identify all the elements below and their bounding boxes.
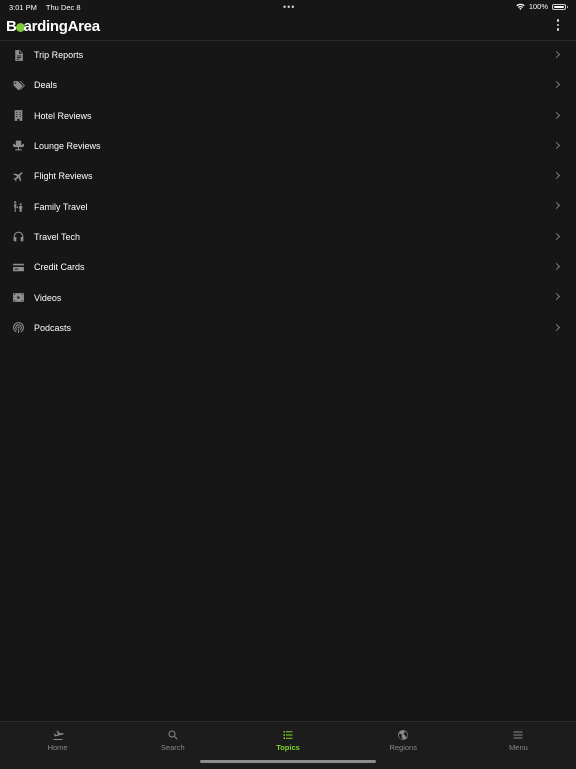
topic-label: Hotel Reviews: [34, 110, 92, 121]
building-icon: [11, 109, 25, 123]
tab-home[interactable]: Home: [0, 722, 115, 769]
airplane-icon: [11, 169, 25, 183]
topic-podcasts[interactable]: Podcasts: [0, 313, 576, 343]
tab-label: Menu: [509, 743, 528, 752]
document-icon: [11, 48, 25, 62]
status-date: Thu Dec 8: [45, 3, 81, 12]
podcast-icon: [11, 321, 25, 335]
wifi-icon: [516, 3, 525, 10]
status-time-date: 3:01 PM Thu Dec 8: [9, 3, 88, 12]
search-icon: [168, 730, 178, 740]
status-bar: 3:01 PM Thu Dec 8 ••• 100%: [0, 0, 576, 14]
home-indicator[interactable]: [200, 760, 376, 763]
chevron-right-icon: [552, 81, 561, 89]
chevron-right-icon: [552, 263, 561, 271]
chevron-right-icon: [552, 141, 561, 149]
topic-flight-reviews[interactable]: Flight Reviews: [0, 161, 576, 191]
topic-credit-cards[interactable]: Credit Cards: [0, 252, 576, 282]
tab-label: Home: [47, 743, 68, 752]
chevron-right-icon: [552, 202, 561, 210]
topic-label: Lounge Reviews: [34, 141, 101, 152]
topic-hotel-reviews[interactable]: Hotel Reviews: [0, 101, 576, 131]
list-icon: [283, 731, 293, 739]
topic-label: Podcasts: [34, 322, 72, 333]
topic-deals[interactable]: Deals: [0, 70, 576, 100]
topic-label: Videos: [34, 292, 62, 303]
topic-label: Credit Cards: [34, 262, 85, 273]
topic-label: Flight Reviews: [34, 171, 93, 182]
topic-label: Travel Tech: [34, 231, 81, 242]
boardingarea-logo[interactable]: BardingArea: [6, 18, 100, 35]
tab-menu[interactable]: Menu: [461, 722, 576, 769]
tag-icon: [11, 78, 25, 92]
video-icon: [11, 290, 25, 304]
app-header: BardingArea: [0, 14, 576, 41]
topic-videos[interactable]: Videos: [0, 282, 576, 312]
topic-trip-reports[interactable]: Trip Reports: [0, 40, 576, 70]
chevron-right-icon: [552, 111, 561, 119]
topic-label: Trip Reports: [34, 50, 84, 61]
headphones-icon: [11, 230, 25, 244]
status-time: 3:01 PM: [9, 3, 37, 12]
topic-list: Trip Reports Deals Hotel Reviews Lounge …: [0, 40, 576, 343]
status-right: 100%: [516, 2, 568, 11]
topic-label: Deals: [34, 80, 58, 91]
battery-level: [554, 5, 564, 8]
topic-lounge-reviews[interactable]: Lounge Reviews: [0, 131, 576, 161]
topic-label: Family Travel: [34, 201, 88, 212]
battery-percent: 100%: [528, 2, 548, 11]
chevron-right-icon: [552, 50, 561, 59]
chevron-right-icon: [552, 293, 561, 301]
more-vertical-icon[interactable]: [555, 19, 561, 33]
tab-label: Topics: [276, 743, 300, 752]
globe-icon: [398, 730, 409, 740]
tab-label: Search: [160, 743, 185, 752]
airplane-landing-icon: [53, 730, 64, 740]
tab-label: Regions: [389, 743, 417, 752]
chevron-right-icon: [552, 172, 561, 180]
credit-card-icon: [11, 260, 25, 274]
chevron-right-icon: [552, 323, 561, 331]
hamburger-icon: [513, 731, 523, 739]
lounge-chair-icon: [11, 139, 25, 153]
multitasking-dots-icon[interactable]: •••: [283, 2, 295, 12]
chevron-right-icon: [552, 232, 561, 240]
family-icon: [11, 199, 25, 213]
battery-icon: [552, 3, 568, 10]
topic-travel-tech[interactable]: Travel Tech: [0, 222, 576, 252]
topic-family-travel[interactable]: Family Travel: [0, 191, 576, 221]
